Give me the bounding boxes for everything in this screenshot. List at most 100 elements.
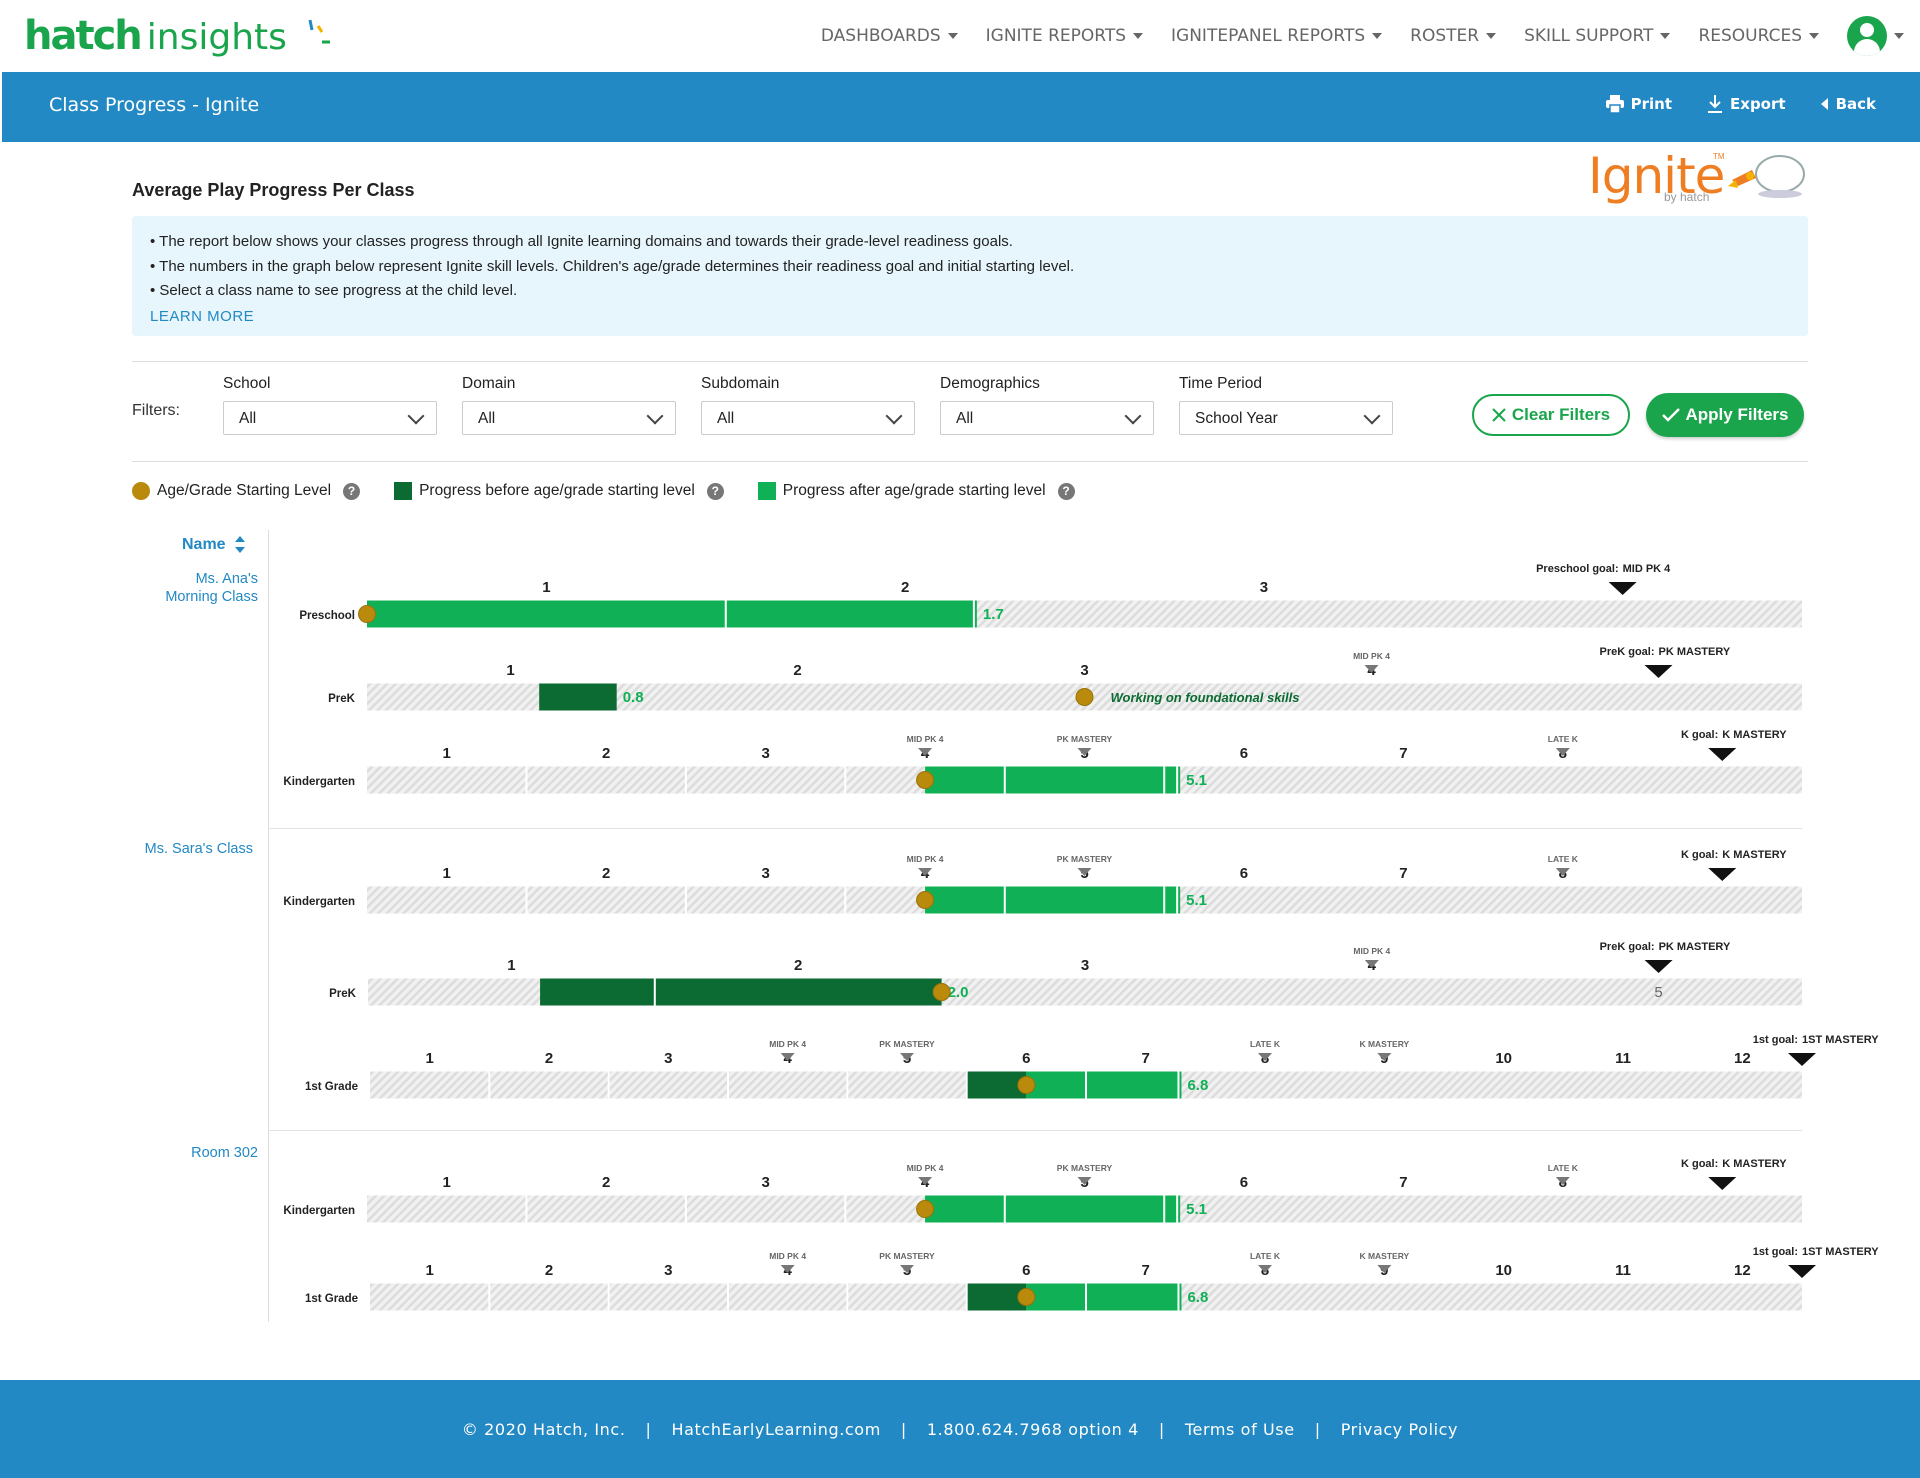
progress-after-bar: [1026, 1284, 1181, 1311]
starting-level-dot: [1018, 1289, 1035, 1306]
starting-level-dot: [1018, 1077, 1035, 1094]
level-number: 6: [1240, 865, 1248, 882]
segment-divider: [608, 1072, 610, 1099]
level-number: 2: [794, 957, 802, 974]
level-number: 1: [507, 957, 515, 974]
level-number: 12: [1734, 1262, 1751, 1279]
progress-value-label: 0.8: [623, 689, 644, 706]
progress-before-bar: [539, 684, 616, 711]
milestone-label: MID PK 4: [769, 1039, 806, 1049]
level-number: 7: [1399, 1174, 1407, 1191]
milestone-label: MID PK 4: [907, 734, 944, 744]
segment-divider: [1085, 1284, 1087, 1311]
starting-level-dot: [917, 772, 934, 789]
milestone-label: PK MASTERY: [1057, 1163, 1113, 1173]
segment-divider: [685, 767, 687, 794]
milestone-label: MID PK 4: [1353, 946, 1390, 956]
milestone-label: LATE K: [1548, 1163, 1579, 1173]
footer-privacy-link[interactable]: Privacy Policy: [1341, 1420, 1458, 1439]
footer-separator: |: [646, 1420, 652, 1439]
level-number: 1: [425, 1050, 433, 1067]
segment-divider: [1085, 1072, 1087, 1099]
progress-value-label: 1.7: [983, 606, 1004, 623]
segment-divider: [727, 1284, 729, 1311]
segment-divider: [1163, 767, 1165, 794]
segment-divider: [1163, 1196, 1165, 1223]
milestone-label: K MASTERY: [1359, 1039, 1409, 1049]
level-number: 3: [1260, 579, 1268, 596]
progress-value-label: 6.8: [1187, 1289, 1208, 1306]
grade-label: PreK: [329, 988, 357, 1000]
level-number: 5: [1654, 984, 1662, 1001]
goal-name: 1ST MASTERY: [1802, 1034, 1879, 1046]
goal-name: MID PK 4: [1623, 563, 1672, 575]
segment-divider: [725, 601, 727, 628]
goal-label: Preschool goal:: [1536, 563, 1619, 575]
segment-divider: [1004, 1196, 1006, 1223]
level-number: 6: [1240, 745, 1248, 762]
milestone-label: LATE K: [1250, 1251, 1281, 1261]
segment-divider: [1163, 887, 1165, 914]
level-number: 6: [1022, 1262, 1030, 1279]
footer-copyright: © 2020 Hatch, Inc.: [462, 1420, 626, 1439]
segment-divider: [1177, 1284, 1179, 1311]
goal-label: PreK goal:: [1599, 646, 1654, 658]
grade-label: 1st Grade: [305, 1081, 358, 1093]
class-progress-chart: Preschool12341.7Preschool goal:MID PK 4P…: [0, 0, 1920, 1360]
goal-label: K goal:: [1681, 729, 1718, 741]
level-number: 3: [664, 1050, 672, 1067]
segment-divider: [685, 887, 687, 914]
segment-divider: [488, 1072, 490, 1099]
milestone-label: LATE K: [1548, 734, 1579, 744]
segment-divider: [1176, 767, 1178, 794]
level-number: 2: [545, 1262, 553, 1279]
footer-separator: |: [1315, 1420, 1321, 1439]
segment-divider: [488, 1284, 490, 1311]
footer-separator: |: [901, 1420, 907, 1439]
level-number: 7: [1399, 865, 1407, 882]
starting-level-dot: [917, 1201, 934, 1218]
segment-divider: [654, 979, 656, 1006]
level-number: 1: [542, 579, 550, 596]
level-number: 1: [425, 1262, 433, 1279]
segment-divider: [844, 887, 846, 914]
level-number: 1: [443, 865, 451, 882]
segment-divider: [685, 1196, 687, 1223]
footer-website-link[interactable]: HatchEarlyLearning.com: [672, 1420, 881, 1439]
goal-name: K MASTERY: [1722, 729, 1787, 741]
segment-divider: [727, 1072, 729, 1099]
progress-before-bar: [540, 979, 942, 1006]
segment-divider: [1004, 887, 1006, 914]
goal-label: PreK goal:: [1600, 941, 1655, 953]
level-number: 6: [1022, 1050, 1030, 1067]
milestone-label: MID PK 4: [1353, 651, 1390, 661]
goal-marker-icon: [1708, 748, 1736, 761]
segment-divider: [525, 1196, 527, 1223]
footer-phone: 1.800.624.7968 option 4: [927, 1420, 1139, 1439]
milestone-label: MID PK 4: [769, 1251, 806, 1261]
milestone-label: LATE K: [1250, 1039, 1281, 1049]
level-number: 2: [901, 579, 909, 596]
segment-divider: [525, 767, 527, 794]
level-number: 3: [1081, 957, 1089, 974]
segment-divider: [846, 1284, 848, 1311]
starting-level-dot: [359, 606, 376, 623]
milestone-label: PK MASTERY: [879, 1039, 935, 1049]
level-number: 3: [1080, 662, 1088, 679]
segment-divider: [1004, 767, 1006, 794]
goal-label: K goal:: [1681, 849, 1718, 861]
grade-label: Kindergarten: [283, 896, 355, 908]
level-number: 11: [1615, 1050, 1631, 1067]
level-number: 10: [1495, 1262, 1512, 1279]
starting-level-dot: [933, 984, 950, 1001]
footer-separator: |: [1159, 1420, 1165, 1439]
level-number: 2: [793, 662, 801, 679]
grade-label: Preschool: [299, 610, 355, 622]
milestone-label: PK MASTERY: [1057, 734, 1113, 744]
level-number: 1: [506, 662, 514, 679]
grade-label: PreK: [328, 693, 356, 705]
milestone-label: PK MASTERY: [1057, 854, 1113, 864]
segment-divider: [966, 1284, 968, 1311]
footer-terms-link[interactable]: Terms of Use: [1185, 1420, 1295, 1439]
progress-after-bar: [367, 601, 977, 628]
